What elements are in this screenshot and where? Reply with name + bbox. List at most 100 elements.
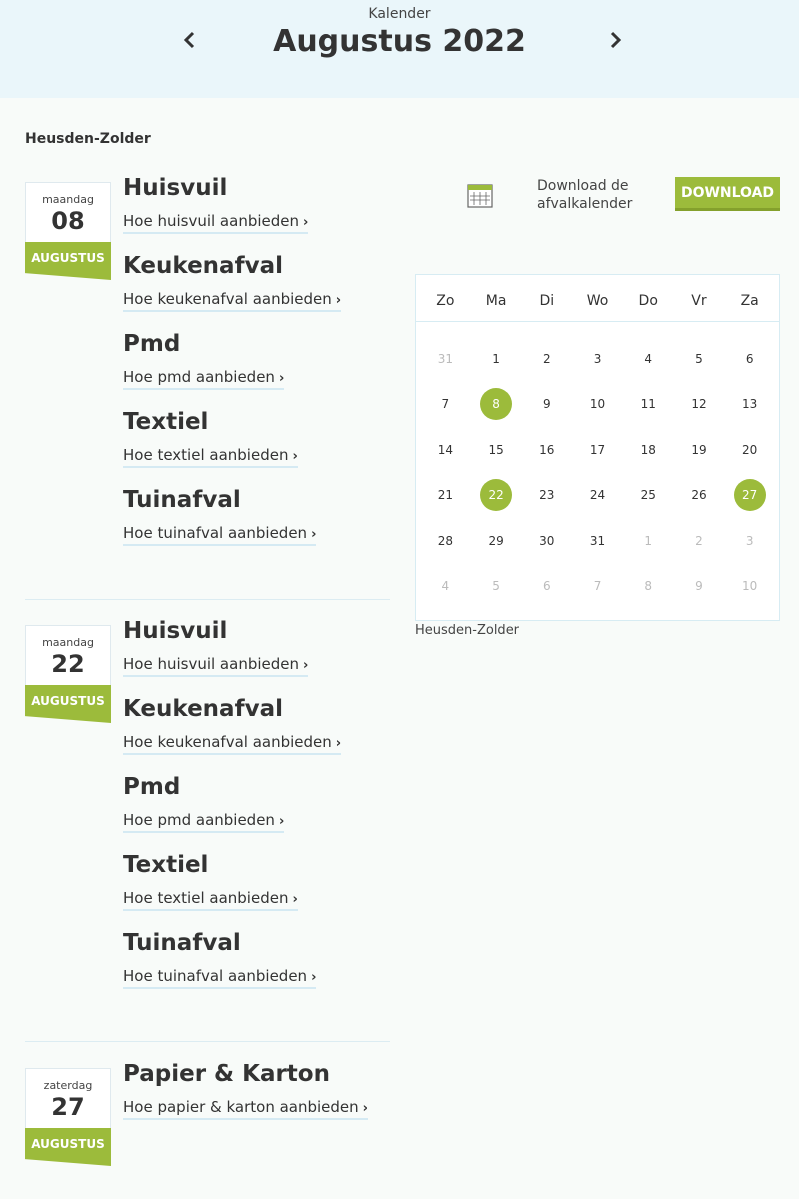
waste-type-title: Tuinafval [123,487,241,513]
calendar-day[interactable]: 9 [521,382,572,428]
calendar-day[interactable]: 15 [471,427,522,473]
calendar-day-number: 28 [437,533,453,548]
how-to-offer-link[interactable]: Hoe pmd aanbieden › [123,811,285,833]
calendar-day-number: 2 [542,351,551,366]
date-month: AUGUSTUS [25,685,111,723]
calendar-day[interactable]: 18 [623,427,674,473]
how-to-offer-link[interactable]: Hoe keukenafval aanbieden › [123,290,342,312]
calendar-day[interactable]: 10 [572,382,623,428]
calendar-day-number: 23 [539,488,555,503]
calendar-week: 14 15 16 17 18 19 20 [420,427,775,473]
calendar-day[interactable]: 5 [471,564,522,610]
calendar-day-number: 6 [542,579,551,594]
date-weekday: maandag [42,193,94,206]
calendar-day[interactable]: 23 [521,473,572,519]
waste-type-title: Keukenafval [123,696,283,722]
how-to-offer-link[interactable]: Hoe papier & karton aanbieden › [123,1098,369,1120]
how-to-offer-label: Hoe pmd aanbieden [123,811,275,829]
date-badge-top: maandag 22 [25,625,111,685]
weekday-label: Do [638,293,658,309]
calendar-day[interactable]: 3 [724,518,775,564]
calendar-day[interactable]: 29 [471,518,522,564]
how-to-offer-link[interactable]: Hoe huisvuil aanbieden › [123,655,309,677]
waste-type: Keukenafval Hoe keukenafval aanbieden › [123,253,342,332]
how-to-offer-label: Hoe keukenafval aanbieden [123,733,332,751]
chevron-right-icon [610,31,622,49]
calendar-day[interactable]: 12 [674,382,725,428]
date-badge: maandag 08 AUGUSTUS [25,182,111,280]
calendar-header: Kalender Augustus 2022 [0,0,799,98]
calendar-day[interactable]: 4 [623,336,674,382]
calendar-day[interactable]: 13 [724,382,775,428]
waste-type-title: Keukenafval [123,253,283,279]
how-to-offer-link[interactable]: Hoe tuinafval aanbieden › [123,524,317,546]
calendar-day-number: 3 [593,351,602,366]
calendar-day[interactable]: 6 [521,564,572,610]
calendar-day[interactable]: 11 [623,382,674,428]
calendar-day-number: 19 [691,442,707,457]
calendar-day[interactable]: 27 [724,473,775,519]
calendar-day[interactable]: 2 [521,336,572,382]
chevron-right-icon: › [303,658,309,673]
how-to-offer-link[interactable]: Hoe huisvuil aanbieden › [123,212,309,234]
calendar-day[interactable]: 4 [420,564,471,610]
how-to-offer-label: Hoe huisvuil aanbieden [123,655,300,673]
next-month-button[interactable] [603,28,627,52]
calendar-day[interactable]: 31 [420,336,471,382]
calendar-day[interactable]: 9 [674,564,725,610]
calendar-icon [466,182,494,210]
calendar-day-number: 7 [593,579,602,594]
how-to-offer-link[interactable]: Hoe pmd aanbieden › [123,368,285,390]
date-day: 22 [51,650,85,678]
calendar-day[interactable]: 25 [623,473,674,519]
calendar-day[interactable]: 30 [521,518,572,564]
calendar-day[interactable]: 17 [572,427,623,473]
calendar-day-number: 31 [589,533,606,548]
waste-type: Huisvuil Hoe huisvuil aanbieden › [123,176,341,254]
entry-divider [25,1041,390,1042]
calendar-day[interactable]: 14 [420,427,471,473]
how-to-offer-label: Hoe papier & karton aanbieden [123,1098,359,1116]
calendar-day[interactable]: 16 [521,427,572,473]
calendar-day-number: 12 [691,397,707,412]
calendar-day-number: 11 [640,397,656,412]
calendar-day[interactable]: 6 [724,336,775,382]
calendar-day-number: 22 [480,479,513,512]
calendar-day-number: 18 [640,442,656,457]
calendar-day[interactable]: 2 [674,518,725,564]
calendar-day[interactable]: 22 [471,473,522,519]
how-to-offer-link[interactable]: Hoe keukenafval aanbieden › [123,733,342,755]
calendar-day[interactable]: 24 [572,473,623,519]
calendar-day[interactable]: 21 [420,473,471,519]
calendar-day[interactable]: 1 [623,518,674,564]
calendar-day[interactable]: 3 [572,336,623,382]
calendar-day-number: 4 [441,579,450,594]
calendar-day[interactable]: 31 [572,518,623,564]
how-to-offer-link[interactable]: Hoe tuinafval aanbieden › [123,967,317,989]
date-weekday: maandag [42,636,94,649]
date-badge: maandag 22 AUGUSTUS [25,625,111,723]
weekday-label: Ma [485,293,507,309]
chevron-right-icon: › [311,970,317,985]
calendar-day[interactable]: 8 [471,382,522,428]
chevron-right-icon: › [278,814,285,829]
calendar-day-number: 14 [437,442,453,457]
calendar-day[interactable]: 7 [420,382,471,428]
how-to-offer-link[interactable]: Hoe textiel aanbieden › [123,889,298,911]
download-text: Download de afvalkalender [537,177,657,213]
calendar-day-number: 27 [733,479,766,512]
calendar-day[interactable]: 8 [623,564,674,610]
how-to-offer-link[interactable]: Hoe textiel aanbieden › [123,446,298,468]
calendar-day[interactable]: 26 [674,473,725,519]
calendar-grid: 31 1 2 3 4 5 6 7 8 9 10 11 12 13 14 15 16 17 18 19 20 21 22 23 2… [416,322,779,609]
calendar-day[interactable]: 1 [471,336,522,382]
waste-type: Papier & Karton Hoe papier & karton aanbi… [123,1062,369,1140]
date-day: 27 [51,1093,85,1121]
calendar-day[interactable]: 28 [420,518,471,564]
calendar-day[interactable]: 7 [572,564,623,610]
calendar-day[interactable]: 10 [724,564,775,610]
calendar-day[interactable]: 19 [674,427,725,473]
calendar-day[interactable]: 20 [724,427,775,473]
download-button[interactable]: DOWNLOAD [675,177,780,211]
calendar-day[interactable]: 5 [674,336,725,382]
